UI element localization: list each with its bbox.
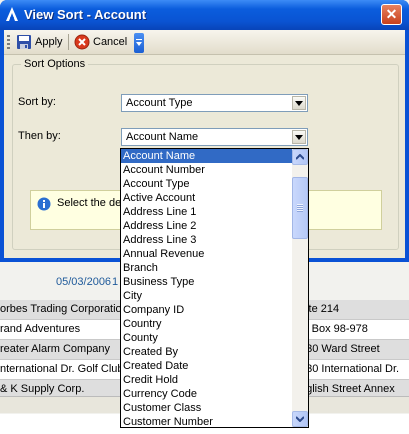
info-icon xyxy=(37,197,51,211)
dropdown-option[interactable]: Account Name xyxy=(121,149,292,163)
dropdown-option[interactable]: Address Line 1 xyxy=(121,205,292,219)
dropdown-option[interactable]: Account Number xyxy=(121,163,292,177)
dropdown-option[interactable]: Customer Class xyxy=(121,401,292,415)
close-button[interactable]: ✕ xyxy=(381,4,402,25)
dropdown-option[interactable]: Currency Code xyxy=(121,387,292,401)
chevron-down-icon xyxy=(295,135,303,140)
then-by-label: Then by: xyxy=(18,130,61,142)
cancel-icon xyxy=(74,34,90,50)
dropdown-option[interactable]: Account Type xyxy=(121,177,292,191)
toolbar-separator xyxy=(68,34,69,50)
address-cell: 330 International Dr. xyxy=(300,363,400,375)
dropdown-option[interactable]: Branch xyxy=(121,261,292,275)
then-by-dropdown-button[interactable] xyxy=(292,130,306,144)
cancel-button[interactable]: Cancel xyxy=(72,32,130,52)
chevron-down-icon xyxy=(136,39,142,46)
account-name-cell: nternational Dr. Golf Club xyxy=(0,363,124,375)
toolbar-grip[interactable] xyxy=(7,35,10,49)
toolbar: Apply Cancel xyxy=(4,30,405,55)
dropdown-option[interactable]: Address Line 2 xyxy=(121,219,292,233)
account-name-cell: reater Alarm Company xyxy=(0,343,111,355)
save-icon xyxy=(17,35,31,49)
background-date-suffix: 1 xyxy=(112,276,119,288)
scroll-up-button[interactable] xyxy=(292,149,308,165)
apply-label: Apply xyxy=(35,36,63,48)
info-text: Select the det xyxy=(57,197,125,209)
address-cell: O Box 98-978 xyxy=(300,323,368,335)
address-cell: nglish Street Annex xyxy=(300,383,395,395)
dropdown-option[interactable]: Country xyxy=(121,317,292,331)
sort-by-select[interactable]: Account Type xyxy=(121,94,308,112)
chevron-down-icon xyxy=(296,416,304,422)
account-name-cell: & K Supply Corp. xyxy=(0,383,85,395)
dropdown-options: Account Name Account Number Account Type Ac… xyxy=(121,149,292,427)
chevron-up-icon xyxy=(296,154,304,160)
sort-by-label: Sort by: xyxy=(18,96,56,108)
apply-button[interactable]: Apply xyxy=(14,32,64,52)
dropdown-option[interactable]: Created Date xyxy=(121,359,292,373)
scroll-thumb[interactable] xyxy=(292,177,308,239)
then-by-dropdown-list[interactable]: Account Name Account Number Account Type Ac… xyxy=(120,148,309,428)
dropdown-option[interactable]: Annual Revenue xyxy=(121,247,292,261)
then-by-select[interactable]: Account Name xyxy=(121,128,308,146)
dropdown-option[interactable]: City xyxy=(121,289,292,303)
dropdown-option[interactable]: Active Account xyxy=(121,191,292,205)
sort-options-legend: Sort Options xyxy=(21,58,89,70)
dropdown-option[interactable]: Company ID xyxy=(121,303,292,317)
account-name-cell: rand Adventures xyxy=(0,323,81,335)
sort-by-value: Account Type xyxy=(126,97,193,109)
dropdown-option[interactable]: Business Type xyxy=(121,275,292,289)
account-name-cell: orbes Trading Corporation xyxy=(0,303,128,315)
cancel-label: Cancel xyxy=(93,36,128,48)
sort-by-dropdown-button[interactable] xyxy=(292,96,306,110)
address-cell: 330 Ward Street xyxy=(300,343,380,355)
then-by-value: Account Name xyxy=(126,131,199,143)
toolbar-options-button[interactable] xyxy=(134,33,144,53)
dropdown-scrollbar[interactable] xyxy=(292,149,308,427)
chevron-down-icon xyxy=(295,101,303,106)
dropdown-option[interactable]: County xyxy=(121,331,292,345)
dropdown-option[interactable]: Credit Hold xyxy=(121,373,292,387)
window-title: View Sort - Account xyxy=(24,7,147,22)
scroll-down-button[interactable] xyxy=(292,411,308,427)
dropdown-option[interactable]: Created By xyxy=(121,345,292,359)
title-bar[interactable]: View Sort - Account ✕ xyxy=(0,0,409,30)
dropdown-option[interactable]: Customer Number xyxy=(121,415,292,427)
scroll-thumb-grip xyxy=(297,204,303,212)
app-logo-icon xyxy=(6,7,18,21)
background-date: 05/03/2006 xyxy=(56,276,112,288)
close-icon: ✕ xyxy=(385,6,398,22)
dropdown-option[interactable]: Address Line 3 xyxy=(121,233,292,247)
